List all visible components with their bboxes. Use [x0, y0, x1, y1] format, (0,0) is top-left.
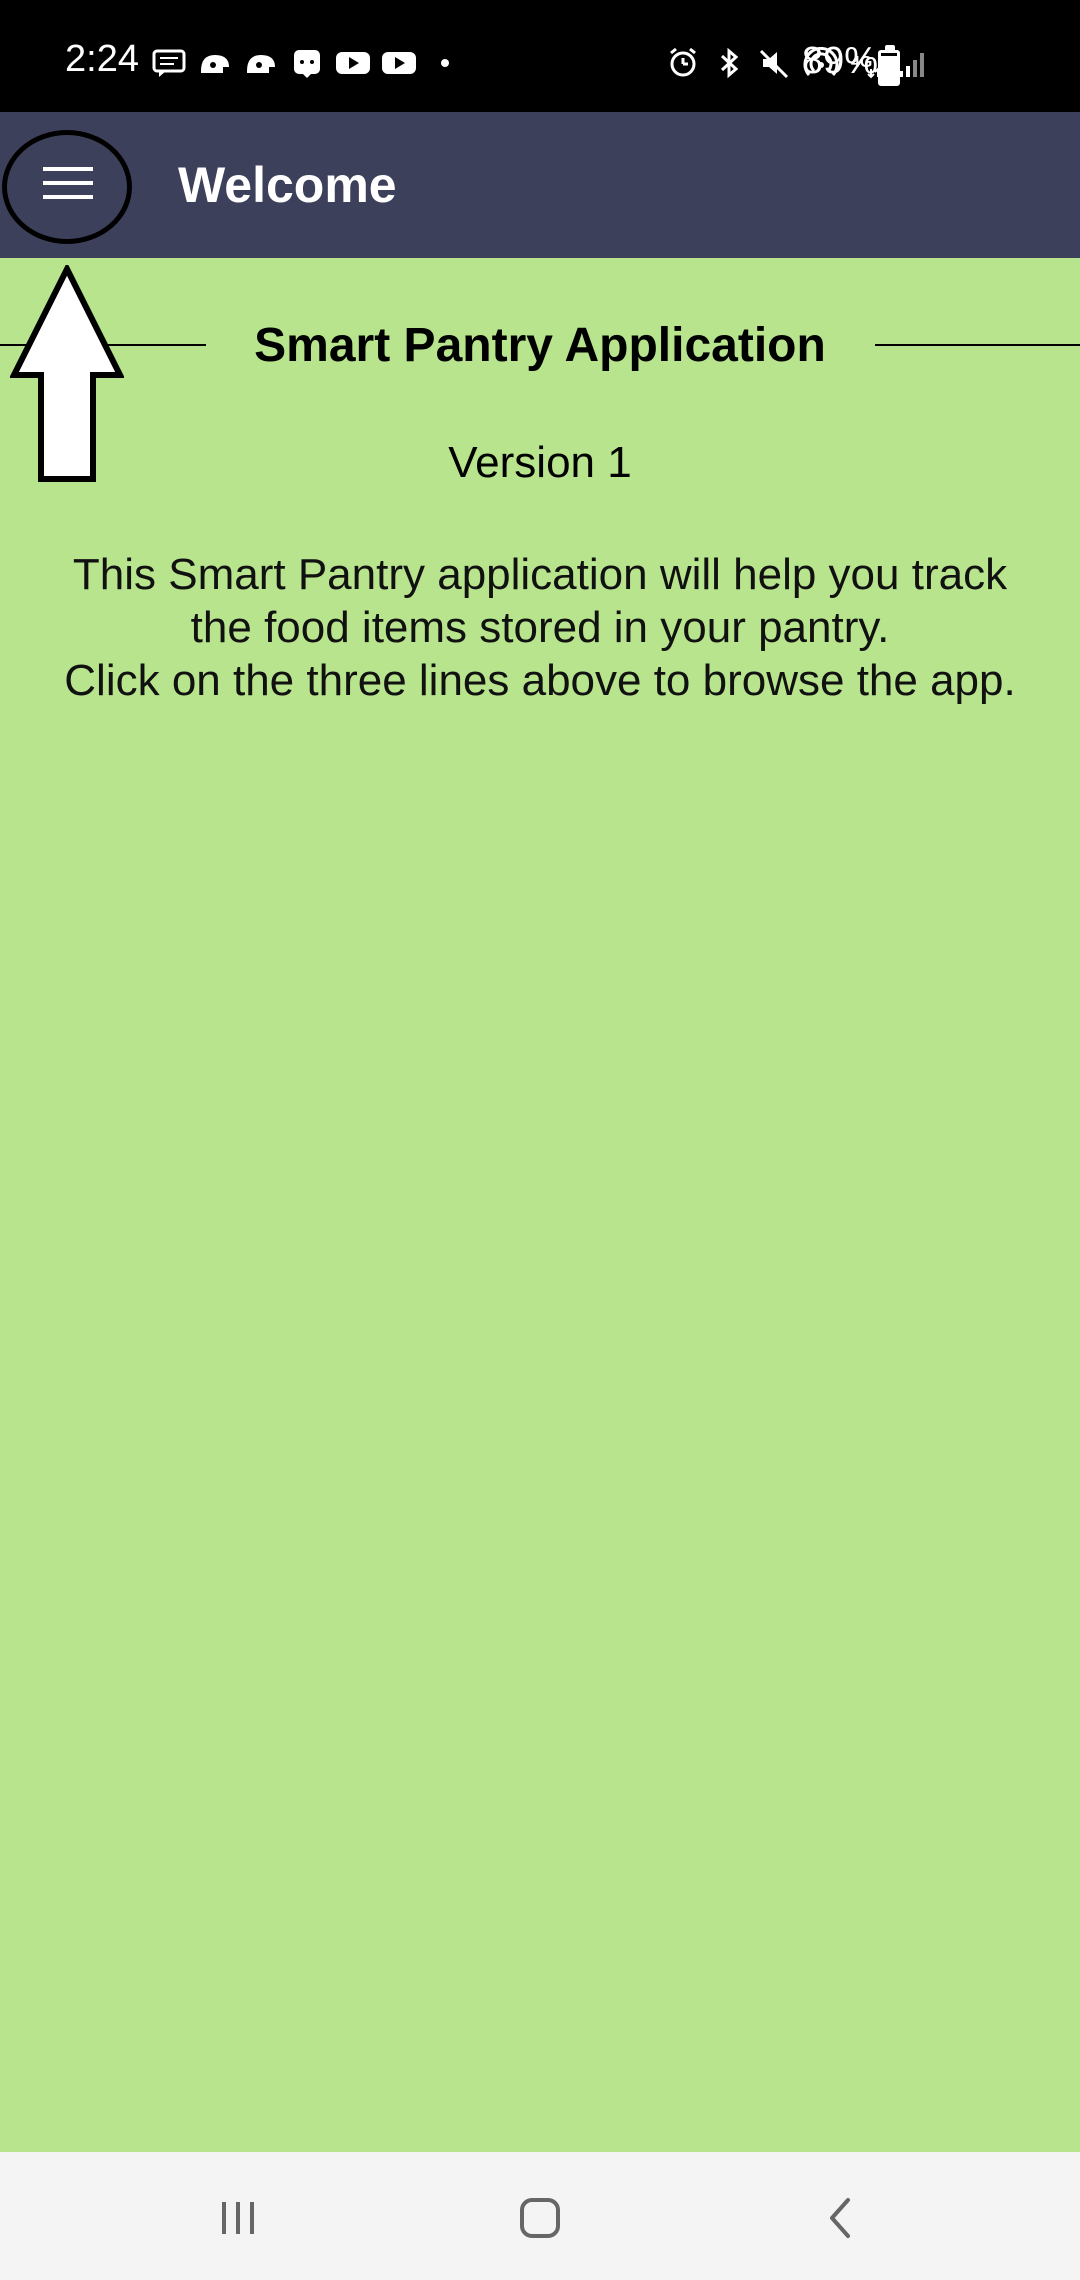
bluetooth-icon [710, 46, 748, 80]
message-icon [150, 46, 188, 80]
youtube-icon [380, 46, 418, 80]
app-heading: Smart Pantry Application [254, 319, 826, 372]
app-icon [242, 46, 280, 80]
recent-apps-button[interactable] [208, 2192, 268, 2244]
notification-icons [150, 46, 464, 80]
app-title: Welcome [178, 157, 397, 213]
battery-icon [878, 45, 900, 86]
back-icon [830, 2198, 850, 2238]
app-icon [196, 46, 234, 80]
status-time: 2:24 [65, 38, 139, 80]
dot-icon [426, 46, 464, 80]
app-bar: Welcome [0, 112, 1080, 258]
battery-percent: 89% [802, 40, 879, 82]
youtube-icon [334, 46, 372, 80]
alarm-icon [664, 46, 702, 80]
home-button[interactable] [510, 2192, 570, 2244]
version-text: Version 1 [448, 438, 632, 487]
description-line-3: Click on the three lines above to browse… [64, 656, 1016, 705]
recent-apps-icon [222, 2202, 254, 2234]
mute-icon [756, 46, 794, 80]
app-icon [288, 46, 326, 80]
navigation-bar [0, 2152, 1080, 2280]
back-button[interactable] [812, 2192, 872, 2244]
description-line-2: the food items stored in your pantry. [190, 603, 890, 652]
home-icon [520, 2198, 560, 2238]
divider-right [875, 344, 1080, 346]
status-bar: 2:24 4G 89% [0, 0, 1080, 112]
description-line-1: This Smart Pantry application will help … [72, 550, 1008, 599]
description: This Smart Pantry application will help … [40, 548, 1040, 707]
header-row: Smart Pantry Application [0, 300, 1080, 392]
annotation-circle [2, 130, 132, 244]
